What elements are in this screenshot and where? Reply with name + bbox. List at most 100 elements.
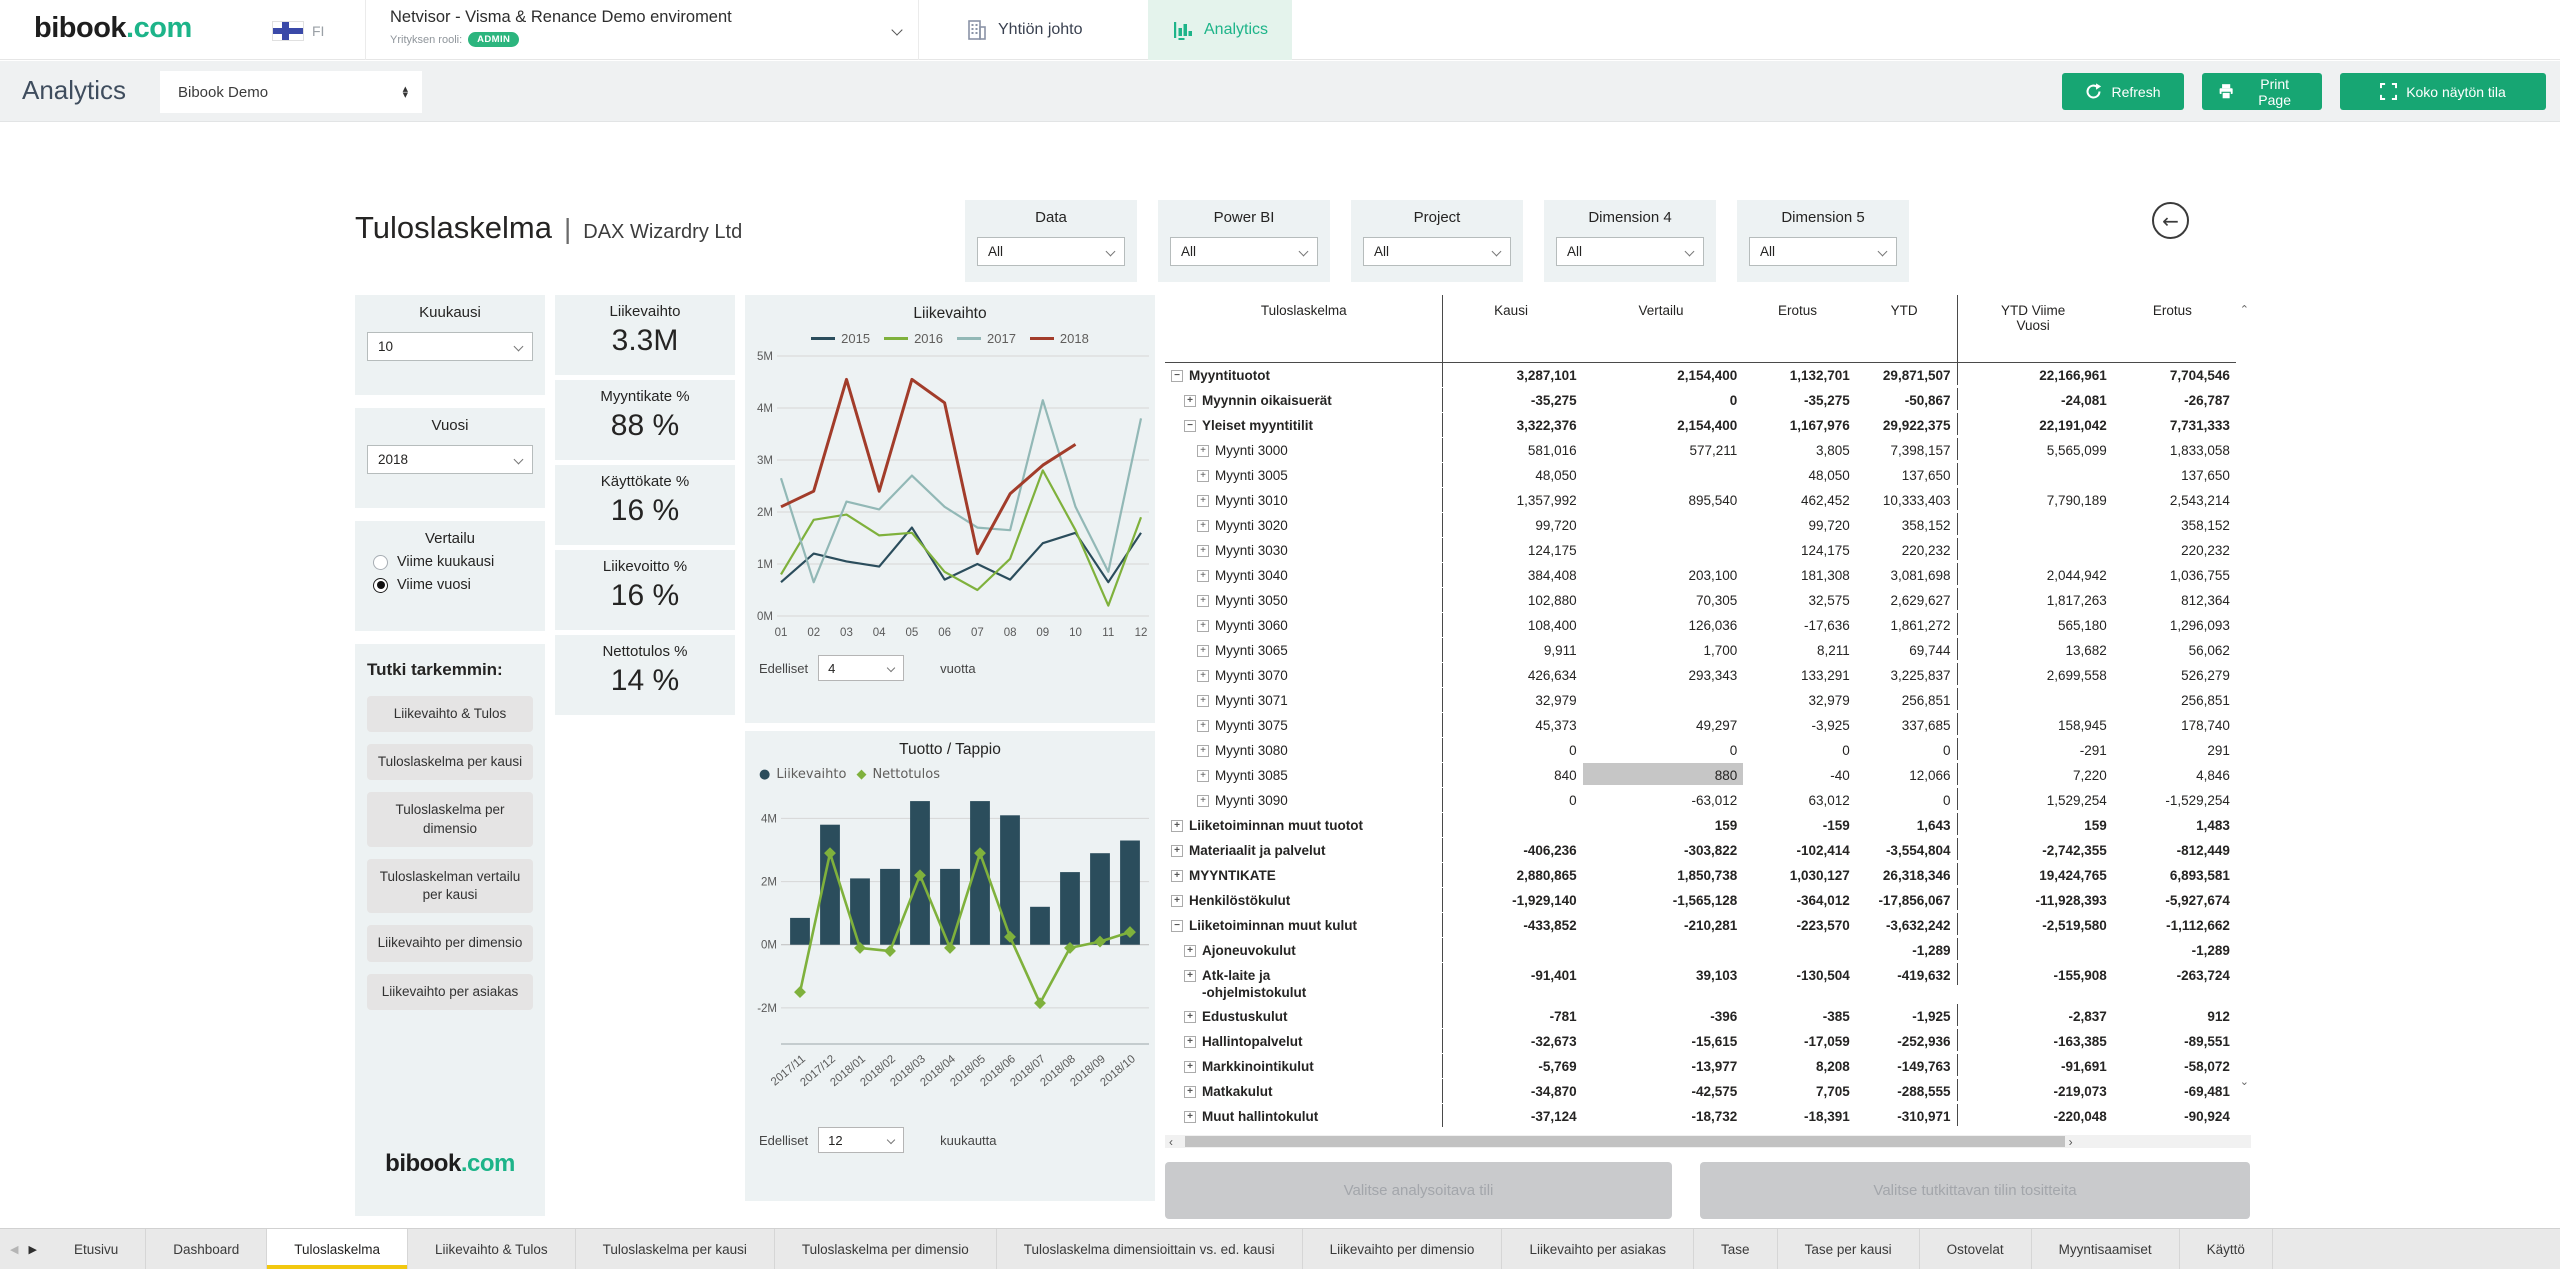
expand-icon[interactable]: + [1197,770,1209,782]
bottom-tab-dashboard[interactable]: Dashboard [146,1229,267,1269]
drill-button-tuloslaskelma-per-dimensio[interactable]: Tuloslaskelma per dimensio [367,792,533,846]
table-row[interactable]: +Myynti 30101,357,992895,540462,45210,33… [1165,488,2236,513]
slicer-dropdown[interactable]: All [1556,237,1704,266]
expand-icon[interactable]: + [1171,895,1183,907]
months-count-select[interactable]: 12 [818,1127,904,1153]
table-row[interactable]: +Matkakulut-34,870-42,5757,705-288,555-2… [1165,1079,2236,1104]
table-row[interactable]: +Hallintopalvelut-32,673-15,615-17,059-2… [1165,1029,2236,1054]
table-row[interactable]: +Materiaalit ja palvelut-406,236-303,822… [1165,838,2236,863]
month-select[interactable]: 10 [367,332,533,361]
scroll-left-icon[interactable]: ‹ [1165,1135,1177,1149]
tab-analytics[interactable]: Analytics [1148,0,1292,60]
drill-button-liikevaihto-tulos[interactable]: Liikevaihto & Tulos [367,696,533,732]
table-row[interactable]: +Liiketoiminnan muut tuotot159-1591,6431… [1165,813,2236,838]
print-page-button[interactable]: Print Page [2202,73,2322,110]
table-row[interactable]: +Henkilöstökulut-1,929,140-1,565,128-364… [1165,888,2236,913]
expand-icon[interactable]: + [1197,795,1209,807]
slicer-dropdown[interactable]: All [1170,237,1318,266]
tab-yhtion-johto[interactable]: Yhtiön johto [942,0,1107,60]
table-row[interactable]: +MYYNTIKATE2,880,8651,850,7381,030,12726… [1165,863,2236,888]
table-row[interactable]: −Yleiset myyntitilit3,322,3762,154,4001,… [1165,413,2236,438]
drill-button-liikevaihto-per-asiakas[interactable]: Liikevaihto per asiakas [367,974,533,1010]
collapse-icon[interactable]: − [1171,370,1183,382]
drill-button-tuloslaskelman-vertailu-per-kausi[interactable]: Tuloslaskelman vertailu per kausi [367,859,533,913]
table-row[interactable]: +Myynti 30900-63,01263,01201,529,254-1,5… [1165,788,2236,813]
expand-icon[interactable]: + [1184,1036,1196,1048]
table-row[interactable]: +Myynnin oikaisuerät-35,2750-35,275-50,8… [1165,388,2236,413]
table-row[interactable]: −Myyntituotot3,287,1012,154,4001,132,701… [1165,363,2236,388]
expand-icon[interactable]: + [1197,520,1209,532]
scrollbar-thumb[interactable] [1185,1136,2065,1147]
bottom-tab-tase-per-kausi[interactable]: Tase per kausi [1778,1229,1920,1269]
expand-icon[interactable]: + [1197,695,1209,707]
bottom-tab-tuloslaskelma[interactable]: Tuloslaskelma [267,1229,408,1269]
table-row[interactable]: +Ajoneuvokulut-1,289-1,289 [1165,938,2236,963]
table-row[interactable]: +Myynti 3030124,175124,175220,232220,232 [1165,538,2236,563]
back-arrow-button[interactable]: ← [2152,202,2189,239]
bottom-tab-tuloslaskelma-dimensioittain-vs-ed-kausi[interactable]: Tuloslaskelma dimensioittain vs. ed. kau… [997,1229,1303,1269]
bibook-logo[interactable]: bibook.com [34,12,192,45]
expand-icon[interactable]: + [1184,395,1196,407]
horizontal-scrollbar[interactable]: ‹ › [1165,1135,2251,1148]
slicer-dropdown[interactable]: All [1749,237,1897,266]
bottom-tab-liikevaihto-per-dimensio[interactable]: Liikevaihto per dimensio [1303,1229,1503,1269]
radio-selected-icon[interactable] [373,578,388,593]
table-row[interactable]: +Edustuskulut-781-396-385-1,925-2,837912 [1165,1004,2236,1029]
select-account-vouchers-button[interactable]: Valitse tutkittavan tilin tositteita [1700,1162,2250,1219]
expand-icon[interactable]: + [1197,745,1209,757]
table-row[interactable]: +Myynti 300548,05048,050137,650137,650 [1165,463,2236,488]
next-page-icon[interactable]: ▶ [28,1243,36,1256]
radio-option-viime-vuosi[interactable]: Viime vuosi [373,577,545,593]
select-account-button[interactable]: Valitse analysoitava tili [1165,1162,1672,1219]
column-header-2[interactable]: Vertailu [1583,295,1744,362]
expand-icon[interactable]: + [1197,545,1209,557]
bottom-tab-liikevaihto-tulos[interactable]: Liikevaihto & Tulos [408,1229,576,1269]
expand-icon[interactable]: + [1197,570,1209,582]
expand-icon[interactable]: + [1171,820,1183,832]
scroll-down-icon[interactable]: ⌄ [2240,1075,2249,1088]
expand-icon[interactable]: + [1197,495,1209,507]
expand-icon[interactable]: + [1184,1011,1196,1023]
bottom-tab-myyntisaamiset[interactable]: Myyntisaamiset [2032,1229,2180,1269]
bottom-tab-k-ytt-[interactable]: Käyttö [2180,1229,2273,1269]
vertical-scrollbar[interactable]: ⌃ ⌄ [2236,295,2251,1095]
expand-icon[interactable]: + [1197,620,1209,632]
table-row[interactable]: +Markkinointikulut-5,769-13,9778,208-149… [1165,1054,2236,1079]
expand-icon[interactable]: + [1184,1086,1196,1098]
bottom-tab-tuloslaskelma-per-dimensio[interactable]: Tuloslaskelma per dimensio [775,1229,997,1269]
table-row[interactable]: +Myynti 3040384,408203,100181,3083,081,6… [1165,563,2236,588]
prev-page-icon[interactable]: ◀ [10,1243,18,1256]
table-row[interactable]: +Myynti 3050102,88070,30532,5752,629,627… [1165,588,2236,613]
expand-icon[interactable]: + [1171,845,1183,857]
column-header-5[interactable]: YTD Viime Vuosi [1958,295,2113,362]
table-row[interactable]: +Myynti 30800000-291291 [1165,738,2236,763]
expand-icon[interactable]: + [1184,1111,1196,1123]
expand-icon[interactable]: + [1171,870,1183,882]
expand-icon[interactable]: + [1197,720,1209,732]
table-row[interactable]: +Myynti 307545,37349,297-3,925337,685158… [1165,713,2236,738]
slicer-dropdown[interactable]: All [1363,237,1511,266]
table-row[interactable]: +Myynti 302099,72099,720358,152358,152 [1165,513,2236,538]
fullscreen-button[interactable]: Koko näytön tila [2340,73,2546,110]
table-row[interactable]: +Atk-laite ja -ohjelmistokulut-91,40139,… [1165,963,2236,1004]
expand-icon[interactable]: + [1197,445,1209,457]
column-header-3[interactable]: Erotus [1743,295,1855,362]
bottom-tab-liikevaihto-per-asiakas[interactable]: Liikevaihto per asiakas [1502,1229,1694,1269]
slicer-dropdown[interactable]: All [977,237,1125,266]
years-count-select[interactable]: 4 [818,655,904,681]
table-row[interactable]: +Myynti 3070426,634293,343133,2913,225,8… [1165,663,2236,688]
chevron-down-icon[interactable] [891,24,902,35]
radio-option-viime-kuukausi[interactable]: Viime kuukausi [373,554,545,570]
year-select[interactable]: 2018 [367,445,533,474]
table-row[interactable]: +Myynti 3085840880-4012,0667,2204,846 [1165,763,2236,788]
bottom-tab-tuloslaskelma-per-kausi[interactable]: Tuloslaskelma per kausi [576,1229,775,1269]
drill-button-tuloslaskelma-per-kausi[interactable]: Tuloslaskelma per kausi [367,744,533,780]
column-header-4[interactable]: YTD [1856,295,1958,362]
bottom-tab-etusivu[interactable]: Etusivu [47,1229,146,1269]
drill-button-liikevaihto-per-dimensio[interactable]: Liikevaihto per dimensio [367,925,533,961]
table-row[interactable]: +Muut hallintokulut-37,124-18,732-18,391… [1165,1104,2236,1127]
scroll-right-icon[interactable]: › [2065,1135,2077,1149]
column-header-1[interactable]: Kausi [1443,295,1582,362]
scroll-up-icon[interactable]: ⌃ [2240,303,2249,316]
environment-selector[interactable]: Netvisor - Visma & Renance Demo envirome… [390,8,732,47]
